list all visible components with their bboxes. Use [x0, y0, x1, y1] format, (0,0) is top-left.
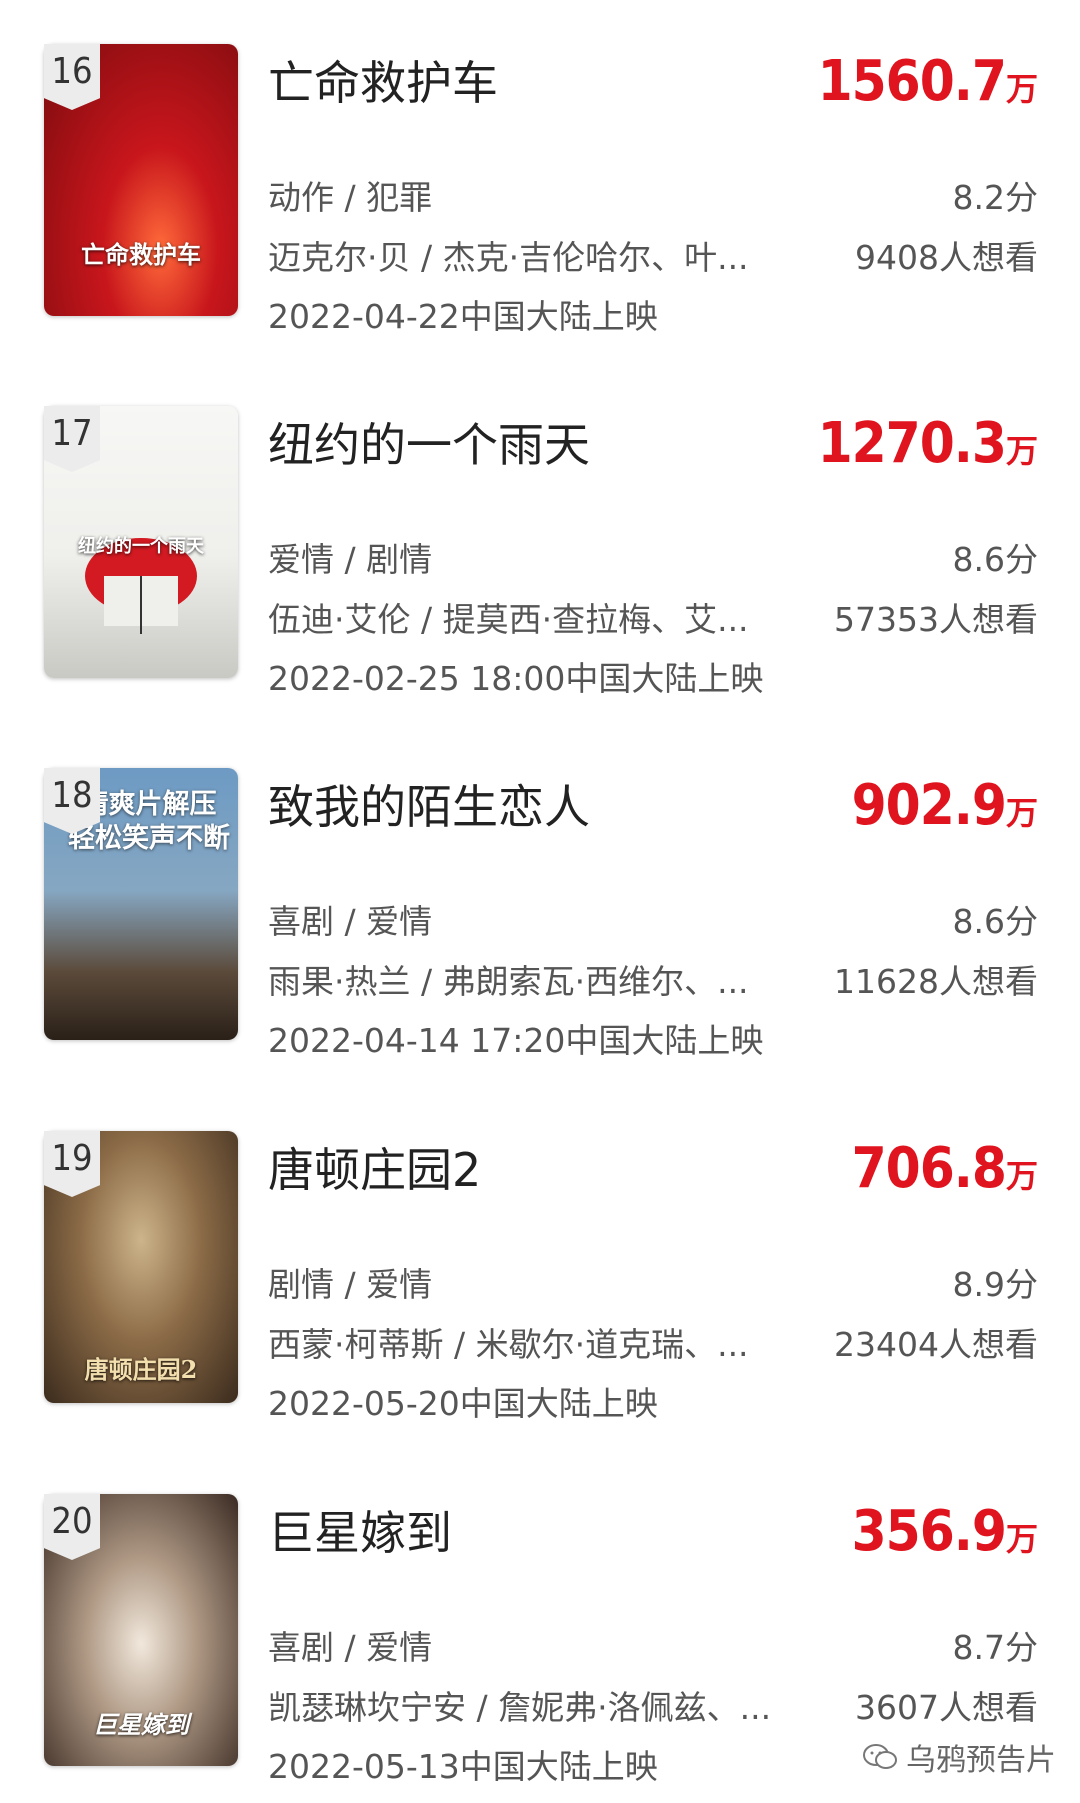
movie-title[interactable]: 唐顿庄园2 — [268, 1139, 481, 1201]
box-office: 1560.7万 — [818, 46, 1038, 118]
movie-title[interactable]: 亡命救护车 — [268, 52, 498, 114]
movie-title[interactable]: 巨星嫁到 — [268, 1502, 452, 1564]
movie-rating: 8.2分 — [952, 178, 1038, 217]
movie-item[interactable]: 情爽片解压 轻松笑声不断 18 致我的陌生恋人 902.9万 喜剧 / 爱情 8… — [0, 768, 1080, 1068]
watermark-text: 乌鸦预告片 — [906, 1743, 1056, 1778]
poster-text: 亡命救护车 — [81, 240, 201, 269]
movie-cast: 凯瑟琳坎宁安 / 詹妮弗·洛佩兹、... — [268, 1688, 772, 1727]
box-office-value: 1560.7 — [817, 49, 1007, 114]
movie-item[interactable]: 唐顿庄园2 19 唐顿庄园2 706.8万 剧情 / 爱情 8.9分 西蒙·柯蒂… — [0, 1131, 1080, 1431]
box-office-value: 356.9 — [851, 1499, 1007, 1564]
movie-genre: 喜剧 / 爱情 — [268, 902, 433, 941]
movie-title[interactable]: 纽约的一个雨天 — [268, 414, 590, 476]
rank-badge: 17 — [44, 406, 100, 472]
want-count: 3607人想看 — [855, 1688, 1038, 1727]
movie-rating: 8.6分 — [952, 540, 1038, 579]
movie-rating: 8.6分 — [952, 902, 1038, 941]
box-office-unit: 万 — [1005, 1520, 1038, 1558]
release-date: 2022-02-25 18:00中国大陆上映 — [268, 659, 764, 698]
box-office-unit: 万 — [1005, 70, 1038, 108]
want-count: 57353人想看 — [834, 600, 1038, 639]
movie-item[interactable]: 亡命救护车 16 亡命救护车 1560.7万 动作 / 犯罪 8.2分 迈克尔·… — [0, 44, 1080, 344]
box-office-unit: 万 — [1005, 1157, 1038, 1195]
movie-rating: 8.9分 — [952, 1265, 1038, 1304]
box-office: 1270.3万 — [818, 408, 1038, 480]
wechat-icon — [863, 1744, 897, 1769]
want-count: 23404人想看 — [834, 1325, 1038, 1364]
movie-title[interactable]: 致我的陌生恋人 — [268, 776, 590, 838]
box-office: 902.9万 — [852, 770, 1038, 842]
release-date: 2022-04-22中国大陆上映 — [268, 297, 658, 336]
box-office: 706.8万 — [852, 1133, 1038, 1205]
box-office-unit: 万 — [1005, 794, 1038, 832]
movie-rating: 8.7分 — [952, 1628, 1038, 1667]
watermark: 乌鸦预告片 — [862, 1735, 1056, 1779]
poster-text: 纽约的一个雨天 — [78, 536, 204, 557]
movie-cast: 迈克尔·贝 / 杰克·吉伦哈尔、叶... — [268, 238, 749, 277]
want-count: 11628人想看 — [834, 962, 1038, 1001]
release-date: 2022-05-20中国大陆上映 — [268, 1384, 658, 1423]
movie-item[interactable]: 纽约的一个雨天 17 纽约的一个雨天 1270.3万 爱情 / 剧情 8.6分 … — [0, 406, 1080, 706]
release-date: 2022-04-14 17:20中国大陆上映 — [268, 1021, 764, 1060]
movie-genre: 喜剧 / 爱情 — [268, 1628, 433, 1667]
movie-genre: 动作 / 犯罪 — [268, 178, 433, 217]
movie-cast: 伍迪·艾伦 / 提莫西·查拉梅、艾... — [268, 600, 749, 639]
rank-badge: 19 — [44, 1131, 100, 1197]
poster-text: 巨星嫁到 — [93, 1710, 189, 1739]
movie-genre: 爱情 / 剧情 — [268, 540, 433, 579]
movie-cast: 雨果·热兰 / 弗朗索瓦·西维尔、... — [268, 962, 749, 1001]
poster-text: 唐顿庄园2 — [84, 1355, 198, 1384]
box-office-value: 1270.3 — [817, 411, 1007, 476]
rank-badge: 16 — [44, 44, 100, 110]
want-count: 9408人想看 — [855, 238, 1038, 277]
movie-genre: 剧情 / 爱情 — [268, 1265, 433, 1304]
rank-badge: 18 — [44, 768, 100, 834]
movie-cast: 西蒙·柯蒂斯 / 米歇尔·道克瑞、... — [268, 1325, 749, 1364]
box-office: 356.9万 — [852, 1496, 1038, 1568]
release-date: 2022-05-13中国大陆上映 — [268, 1747, 658, 1786]
box-office-value: 706.8 — [851, 1136, 1007, 1201]
box-office-value: 902.9 — [851, 773, 1007, 838]
rank-badge: 20 — [44, 1494, 100, 1560]
box-office-unit: 万 — [1005, 432, 1038, 470]
